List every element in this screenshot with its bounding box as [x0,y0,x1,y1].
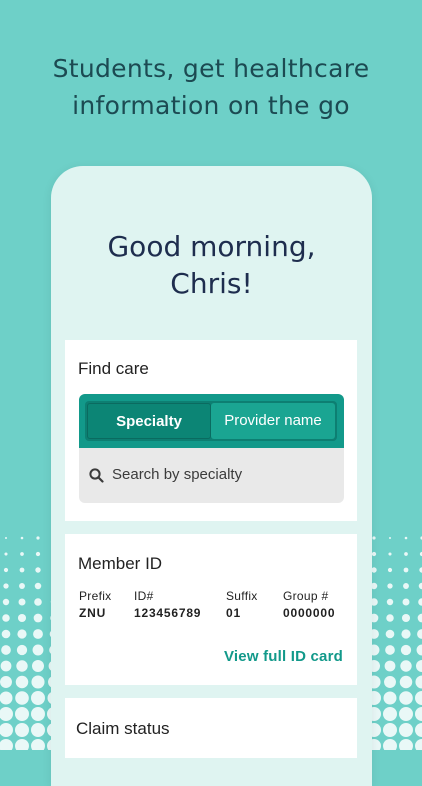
field-suffix: Suffix 01 [226,589,258,620]
greeting-line-1: Good morning, [107,230,316,263]
tab-provider-name[interactable]: Provider name [211,403,335,439]
tab-specialty[interactable]: Specialty [87,403,211,439]
field-suffix-label: Suffix [226,589,258,603]
field-prefix-value: ZNU [79,606,107,620]
promo-headline-line-1: Students, get healthcare [52,54,370,83]
field-group: Group # 0000000 [283,589,335,620]
member-id-title: Member ID [78,554,163,573]
view-full-id-card-link[interactable]: View full ID card [224,648,343,665]
field-id-label: ID# [134,589,154,603]
search-type-tabs: Specialty Provider name [85,401,337,441]
field-id-value: 123456789 [134,606,202,620]
field-group-value: 0000000 [283,606,336,620]
promo-headline: Students, get healthcare information on … [0,50,422,124]
search-type-header: Specialty Provider name [79,394,344,448]
field-prefix: Prefix ZNU [79,589,111,620]
member-id-card: Member ID Prefix ZNU ID# 123456789 Suffi… [65,534,357,685]
field-prefix-label: Prefix [79,589,112,603]
field-id: ID# 123456789 [134,589,201,620]
find-care-card: Find care Specialty Provider name Search… [65,340,357,521]
claim-status-card[interactable]: Claim status [65,698,357,758]
greeting-line-2: Chris! [170,267,253,300]
search-placeholder: Search by specialty [112,466,243,483]
search-icon [89,468,104,483]
greeting: Good morning, Chris! [51,228,372,302]
care-search-widget: Specialty Provider name Search by specia… [79,394,344,503]
claim-status-title: Claim status [76,719,170,738]
field-group-label: Group # [283,589,329,603]
find-care-title: Find care [78,359,149,378]
promo-headline-line-2: information on the go [72,91,350,120]
field-suffix-value: 01 [226,606,241,620]
